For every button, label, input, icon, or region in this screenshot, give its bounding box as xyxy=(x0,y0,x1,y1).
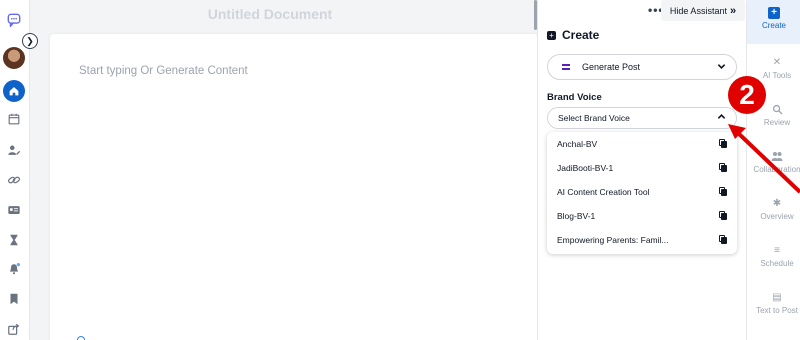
tool-label: Create xyxy=(761,21,786,30)
plus-square-icon: + xyxy=(768,7,780,19)
post-type-icon xyxy=(562,64,570,70)
calendar-icon[interactable] xyxy=(3,108,25,130)
hourglass-icon[interactable] xyxy=(3,229,25,251)
assistant-panel: ••• Hide Assistant » + Create Generate P… xyxy=(537,0,746,340)
document-editor[interactable]: Start typing Or Generate Content xyxy=(50,34,538,340)
plus-square-icon: + xyxy=(547,30,556,40)
tools-icon: ✕ xyxy=(772,57,782,68)
double-chevron-right-icon: » xyxy=(729,4,737,17)
loading-spinner-icon xyxy=(77,336,85,340)
brand-voice-option[interactable]: Empowering Parents: Famil... xyxy=(547,228,737,252)
hide-assistant-button[interactable]: Hide Assistant » xyxy=(661,0,745,21)
option-label: Blog-BV-1 xyxy=(557,211,596,221)
expand-sidebar-button[interactable]: ❯ xyxy=(22,33,38,49)
user-edit-icon[interactable] xyxy=(3,139,25,161)
id-card-icon[interactable] xyxy=(3,199,25,221)
option-label: AI Content Creation Tool xyxy=(557,187,650,197)
post-type-value: Generate Post xyxy=(582,62,641,72)
schedule-icon: ≡ xyxy=(774,245,780,256)
app-logo-icon[interactable] xyxy=(3,9,25,31)
tool-label: Text to Post xyxy=(756,306,798,315)
chevron-down-icon xyxy=(717,62,726,73)
brand-voice-option[interactable]: JadiBooti-BV-1 xyxy=(547,156,737,180)
home-icon[interactable] xyxy=(3,80,25,102)
bookmark-icon[interactable] xyxy=(3,288,25,310)
option-label: Anchal-BV xyxy=(557,139,598,149)
create-header: + Create xyxy=(547,28,599,42)
document-title[interactable]: Untitled Document xyxy=(190,6,350,22)
share-icon[interactable] xyxy=(3,318,25,340)
tool-label: AI Tools xyxy=(762,71,792,80)
editor-placeholder: Start typing Or Generate Content xyxy=(79,65,248,77)
left-nav-rail xyxy=(0,0,30,340)
brand-voice-dropdown: Anchal-BV JadiBooti-BV-1 AI Content Crea… xyxy=(547,132,737,254)
brand-voice-option[interactable]: AI Content Creation Tool xyxy=(547,180,737,204)
brand-voice-label: Brand Voice xyxy=(547,92,602,103)
notification-bell-icon[interactable] xyxy=(3,258,25,280)
copy-icon[interactable] xyxy=(719,235,727,244)
create-title: Create xyxy=(562,28,600,42)
option-label: JadiBooti-BV-1 xyxy=(557,163,614,173)
user-avatar[interactable] xyxy=(3,47,25,69)
tool-label: Schedule xyxy=(760,259,794,268)
tool-schedule[interactable]: ≡ Schedule xyxy=(747,238,800,282)
link-icon[interactable] xyxy=(3,169,25,191)
tool-create[interactable]: + Create xyxy=(747,0,800,44)
annotation-arrow-icon xyxy=(728,124,800,194)
brand-voice-option[interactable]: Blog-BV-1 xyxy=(547,204,737,228)
tool-text-to-post[interactable]: ▤ Text to Post xyxy=(747,285,800,329)
app-window: ❯ Untitled Document Start typing Or Gene… xyxy=(0,0,800,340)
step-number-badge: 2 xyxy=(728,76,766,114)
brand-voice-select[interactable]: Select Brand Voice xyxy=(547,107,737,129)
brand-voice-option[interactable]: Anchal-BV xyxy=(547,132,737,156)
brand-voice-placeholder: Select Brand Voice xyxy=(558,113,630,123)
option-label: Empowering Parents: Famil... xyxy=(557,235,669,245)
hide-assistant-label: Hide Assistant xyxy=(669,5,727,16)
text-to-post-icon: ▤ xyxy=(772,292,782,303)
post-type-select[interactable]: Generate Post xyxy=(547,54,737,80)
